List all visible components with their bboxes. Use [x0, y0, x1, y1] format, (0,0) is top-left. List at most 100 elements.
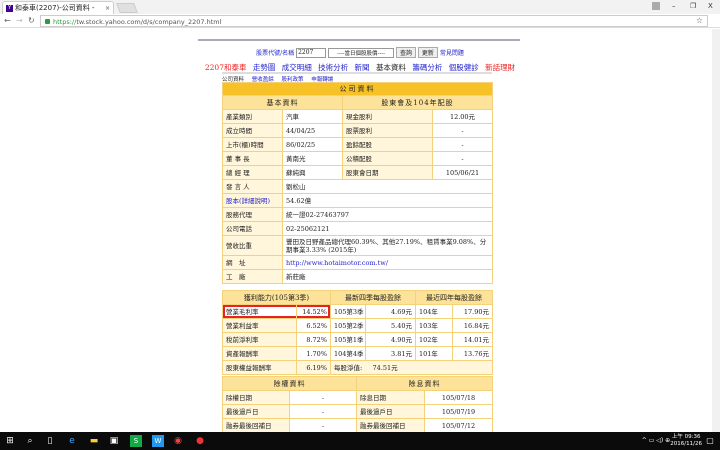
row-label: 上市(櫃)時間: [222, 137, 283, 152]
quarter-label: 105第2季: [330, 318, 366, 333]
store-icon[interactable]: ▣: [108, 435, 120, 447]
quarter-eps: 4.69元: [365, 304, 416, 319]
browser-tab[interactable]: Y 和泰車(2207)-公司資料 - ×: [2, 1, 114, 14]
stock-code-input[interactable]: 2207: [296, 47, 327, 58]
row-value: 蘇純興: [282, 165, 343, 180]
dividend-label: 股票股利: [342, 123, 433, 138]
lock-icon: [45, 19, 50, 24]
year-label: 104年: [415, 304, 453, 319]
row-label: 成立時間: [222, 123, 283, 138]
table-row: 融券最後回補日 - 融券最後回補日 105/07/12: [222, 418, 493, 433]
divider: [198, 39, 520, 41]
update-button[interactable]: 更新: [417, 47, 438, 58]
row-label: 總 經 理: [222, 165, 283, 180]
chrome-icon[interactable]: ◉: [172, 435, 184, 447]
clock[interactable]: 上午 09:36 2016/11/26: [670, 434, 702, 448]
website-link[interactable]: http://www.hotaimotor.com.tw/: [282, 255, 493, 270]
exright-label: 除權日期: [222, 390, 290, 405]
row-label: 網 址: [222, 255, 283, 270]
dividend-value: 12.00元: [432, 109, 493, 124]
nav-chart[interactable]: 走勢圖: [253, 63, 276, 72]
dividend-label: 公積配股: [342, 151, 433, 166]
nav-health[interactable]: 個股健診: [449, 63, 479, 72]
exright-value: -: [289, 390, 357, 405]
roe-label: 股東權益報酬率: [222, 360, 297, 375]
notifications-icon[interactable]: ▢: [704, 435, 716, 447]
dividend-label: 盈餘配股: [342, 137, 433, 152]
ratio-value: 8.72%: [296, 332, 331, 347]
row-label: 公司電話: [222, 221, 283, 236]
phone-value: 02-25062121: [282, 221, 493, 236]
table-row: 上市(櫃)時間 86/02/25 盈餘配股 -: [222, 137, 493, 152]
dividend-value: -: [432, 137, 493, 152]
close-window-button[interactable]: X: [708, 2, 713, 10]
table-row: 產業類別 汽車 現金股利 12.00元: [222, 109, 493, 124]
exright-label: 最後過戶日: [222, 404, 290, 419]
windows-start-icon[interactable]: ⊞: [4, 435, 16, 447]
row-value: 黃南光: [282, 151, 343, 166]
minimize-button[interactable]: –: [672, 2, 676, 10]
nav-chips[interactable]: 籌碼分析: [412, 63, 442, 72]
exright-value: -: [289, 418, 357, 433]
nav-trades[interactable]: 成交明細: [282, 63, 312, 72]
search-icon[interactable]: ⌕: [24, 435, 36, 447]
company-title: 公司資料: [222, 82, 493, 96]
url-scheme: https://: [53, 18, 77, 26]
stock-price-select[interactable]: ----當日個股股價----: [328, 47, 395, 58]
ratio-value: 14.52%: [296, 304, 331, 319]
nav-finance[interactable]: 新話理財: [485, 63, 515, 72]
task-view-icon[interactable]: ▯: [44, 435, 56, 447]
address-bar-row: ← → ↻ https://tw.stock.yahoo.com/d/s/com…: [0, 14, 720, 28]
close-tab-icon[interactable]: ×: [105, 4, 110, 13]
quarter-eps: 5.40元: [365, 318, 416, 333]
back-icon[interactable]: ←: [4, 16, 11, 25]
scrollbar[interactable]: [712, 29, 720, 432]
table-row: 董 事 長黃南光 公積配股 -: [222, 151, 493, 166]
bookmark-star-icon[interactable]: ☆: [696, 16, 703, 25]
table-row: 資產報酬率 1.70% 104第4季 3.81元 101年 13.76元: [222, 346, 493, 361]
exdividend-table: 除權資料 除息資料 除權日期 - 除息日期 105/07/18 最後過戶日 - 最後過戶日 10…: [222, 376, 493, 433]
exright-value: -: [289, 404, 357, 419]
stock-name-link[interactable]: 2207和泰車: [205, 63, 247, 72]
year-eps: 13.76元: [452, 346, 493, 361]
yahoo-favicon-icon: Y: [6, 5, 13, 12]
capital-link[interactable]: 股本(詳細說明): [222, 193, 283, 208]
profile-icon[interactable]: [652, 2, 660, 10]
reload-icon[interactable]: ↻: [28, 16, 35, 25]
date: 2016/11/26: [670, 441, 702, 447]
revenue-value: 豐田及日野產品總代理60.39%、其他27.19%、租賃事業9.08%、分期事業…: [282, 235, 493, 256]
exdiv-value: 105/07/12: [424, 418, 493, 433]
maximize-button[interactable]: ❐: [690, 2, 696, 10]
eps-year-header: 最近四年每股盈餘: [415, 290, 493, 305]
url-input[interactable]: https://tw.stock.yahoo.com/d/s/company_2…: [40, 15, 708, 27]
faq-link[interactable]: 常見問題: [440, 50, 464, 57]
ratio-label: 稅前淨利率: [222, 332, 297, 347]
writer-app-icon[interactable]: W: [152, 435, 164, 447]
query-button[interactable]: 查詢: [395, 47, 416, 58]
row-value: 86/02/25: [282, 137, 343, 152]
app-icon[interactable]: ●: [194, 435, 206, 447]
row-label: 產業類別: [222, 109, 283, 124]
roe-value: 6.19%: [296, 360, 331, 375]
nav-technical[interactable]: 技術分析: [318, 63, 348, 72]
forward-icon[interactable]: →: [16, 16, 23, 25]
ratio-label: 營業利益率: [222, 318, 297, 333]
exdividend-header: 除息資料: [356, 376, 493, 391]
eps-quarter-header: 最新四季每股盈餘: [330, 290, 416, 305]
ratio-value: 1.70%: [296, 346, 331, 361]
row-label: 董 事 長: [222, 151, 283, 166]
file-explorer-icon[interactable]: ▬: [88, 435, 100, 447]
dividend-value: 105/06/21: [432, 165, 493, 180]
url-text: tw.stock.yahoo.com/d/s/company_2207.html: [76, 18, 222, 26]
edge-icon[interactable]: e: [66, 435, 78, 447]
agent-value: 統一證02-27463797: [282, 207, 493, 222]
dividend-label: 現金股利: [342, 109, 433, 124]
nav-news[interactable]: 新聞: [355, 63, 370, 72]
spreadsheet-app-icon[interactable]: S: [130, 435, 142, 447]
year-label: 102年: [415, 332, 453, 347]
nav-basic-info[interactable]: 基本資料: [376, 63, 406, 72]
quarter-label: 105第1季: [330, 332, 366, 347]
ratio-label: 營業毛利率: [222, 304, 297, 319]
table-row: 成立時間 44/04/25 股票股利 -: [222, 123, 493, 138]
new-tab-button[interactable]: [116, 3, 138, 13]
